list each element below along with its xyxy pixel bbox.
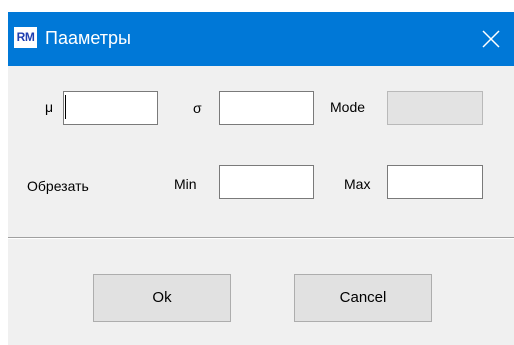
- trim-label: Обрезать: [27, 178, 89, 194]
- close-icon: [482, 30, 500, 48]
- separator: [8, 237, 514, 239]
- min-label: Min: [174, 176, 197, 192]
- mu-label: μ: [45, 99, 54, 115]
- title-bar[interactable]: RM Пааметры: [8, 12, 514, 66]
- max-input[interactable]: [387, 165, 483, 199]
- text-caret: [65, 95, 66, 119]
- mu-input[interactable]: [63, 91, 158, 125]
- app-logo-icon: RM: [14, 27, 37, 48]
- mode-label: Mode: [330, 99, 366, 115]
- parameters-dialog: RM Пааметры μ σ Mode Обрезать Min Max Ok…: [8, 12, 514, 345]
- cancel-button[interactable]: Cancel: [294, 274, 432, 322]
- close-button[interactable]: [468, 12, 514, 66]
- ok-button[interactable]: Ok: [93, 274, 231, 322]
- max-label: Max: [344, 176, 371, 192]
- sigma-label: σ: [193, 100, 202, 116]
- window-title: Пааметры: [45, 28, 131, 48]
- min-input[interactable]: [219, 165, 314, 199]
- mode-input: [387, 91, 483, 125]
- sigma-input[interactable]: [219, 91, 314, 125]
